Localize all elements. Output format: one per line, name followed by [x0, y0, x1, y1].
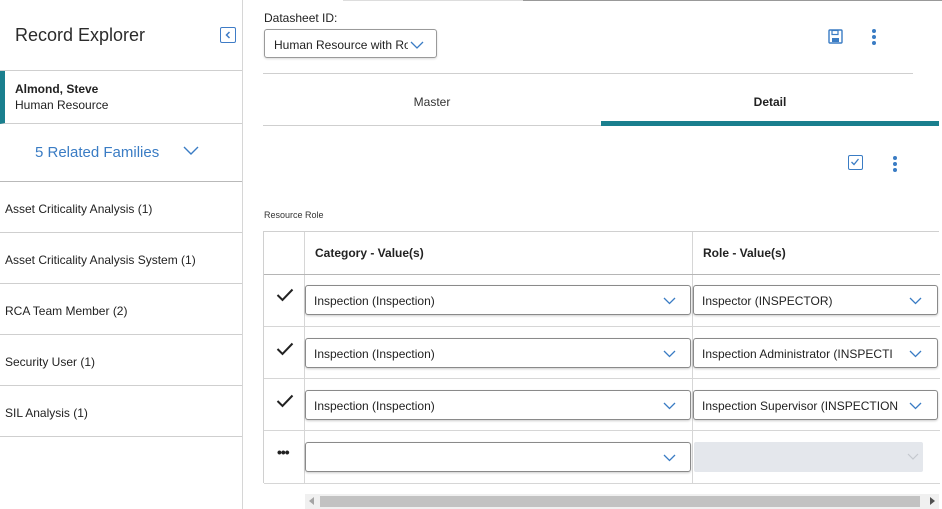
- family-item-label: RCA Team Member (2): [5, 304, 128, 318]
- header-divider: [263, 73, 913, 74]
- resource-role-grid: Category - Value(s) Role - Value(s) Insp…: [263, 231, 940, 484]
- family-item-label: SIL Analysis (1): [5, 406, 88, 420]
- top-divider: [523, 0, 942, 1]
- record-name: Almond, Steve: [15, 82, 99, 96]
- row-checkmark-icon[interactable]: [276, 342, 294, 356]
- family-item-label: Asset Criticality Analysis (1): [5, 202, 153, 216]
- datasheet-tabs: Master Detail: [263, 80, 939, 126]
- top-divider: [343, 0, 523, 1]
- chevron-down-icon: [663, 454, 676, 462]
- role-select[interactable]: Inspection Administrator (INSPECTION ADM…: [693, 338, 938, 368]
- datasheet-id-select[interactable]: Human Resource with Role: [264, 29, 437, 58]
- category-value: Inspection (Inspection): [314, 399, 435, 413]
- chevron-down-icon: [663, 402, 676, 410]
- tab-master[interactable]: Master: [263, 80, 601, 126]
- category-select[interactable]: Inspection (Inspection): [305, 285, 691, 315]
- chevron-left-icon: [225, 31, 231, 39]
- chevron-down-icon: [909, 350, 922, 358]
- family-item-label: Security User (1): [5, 355, 96, 369]
- family-item-label: Asset Criticality Analysis System (1): [5, 253, 196, 267]
- chevron-down-icon: [909, 297, 922, 305]
- chevron-down-icon: [410, 41, 424, 49]
- datasheet-id-value: Human Resource with Role: [274, 38, 408, 52]
- column-header-category[interactable]: Category - Value(s): [315, 246, 424, 260]
- family-item[interactable]: Security User (1): [0, 335, 242, 386]
- chevron-down-icon: [909, 402, 922, 410]
- more-options-icon[interactable]: [872, 29, 876, 45]
- grid-more-options-icon[interactable]: [893, 156, 897, 172]
- datasheet-id-label: Datasheet ID:: [264, 11, 338, 25]
- tab-detail[interactable]: Detail: [601, 80, 939, 126]
- chevron-down-icon: [183, 146, 199, 155]
- new-category-select[interactable]: [305, 442, 691, 472]
- row-checkmark-icon[interactable]: [276, 288, 294, 302]
- chevron-down-icon: [663, 350, 676, 358]
- category-select[interactable]: Inspection (Inspection): [305, 390, 691, 420]
- role-select[interactable]: Inspection Supervisor (INSPECTION SUPERV…: [693, 390, 938, 420]
- family-item[interactable]: Asset Criticality Analysis System (1): [0, 233, 242, 284]
- horizontal-scrollbar[interactable]: [305, 494, 939, 509]
- role-select[interactable]: Inspector (INSPECTOR): [693, 285, 938, 315]
- role-value: Inspection Administrator (INSPECTION ADM…: [702, 347, 893, 361]
- selected-record[interactable]: Almond, Steve Human Resource: [0, 71, 242, 124]
- scroll-right-arrow-icon[interactable]: [930, 497, 935, 505]
- row-checkmark-icon[interactable]: [276, 394, 294, 408]
- grid-row-divider: [264, 430, 940, 431]
- record-family: Human Resource: [15, 98, 109, 112]
- new-row-marker[interactable]: •••: [277, 444, 290, 460]
- category-value: Inspection (Inspection): [314, 347, 435, 361]
- role-value: Inspection Supervisor (INSPECTION SUPERV…: [702, 399, 898, 413]
- related-families-toggle[interactable]: 5 Related Families: [0, 124, 242, 182]
- collapse-panel-button[interactable]: [220, 27, 236, 43]
- section-label: Resource Role: [264, 210, 324, 220]
- scroll-left-arrow-icon[interactable]: [309, 497, 314, 505]
- grid-row-divider: [264, 378, 940, 379]
- related-families-label: 5 Related Families: [35, 144, 160, 161]
- datasheet-panel: Datasheet ID: Human Resource with Role M…: [243, 0, 942, 509]
- column-header-role[interactable]: Role - Value(s): [703, 246, 786, 260]
- chevron-down-icon: [907, 453, 919, 460]
- select-all-checkbox-icon[interactable]: [848, 155, 863, 170]
- record-explorer-title: Record Explorer: [15, 25, 146, 45]
- category-select[interactable]: Inspection (Inspection): [305, 338, 691, 368]
- grid-row-divider: [264, 326, 940, 327]
- save-icon[interactable]: [828, 29, 843, 44]
- scrollbar-thumb[interactable]: [320, 496, 920, 507]
- family-item[interactable]: RCA Team Member (2): [0, 284, 242, 335]
- new-role-select-disabled: [694, 442, 923, 472]
- grid-row-divider: [264, 483, 940, 484]
- record-explorer-header: Record Explorer: [0, 0, 242, 71]
- role-value: Inspector (INSPECTOR): [702, 294, 833, 308]
- family-item[interactable]: SIL Analysis (1): [0, 386, 242, 437]
- family-item[interactable]: Asset Criticality Analysis (1): [0, 182, 242, 233]
- chevron-down-icon: [663, 297, 676, 305]
- grid-header-divider: [264, 274, 940, 275]
- record-explorer-panel: Record Explorer Almond, Steve Human Reso…: [0, 0, 243, 509]
- category-value: Inspection (Inspection): [314, 294, 435, 308]
